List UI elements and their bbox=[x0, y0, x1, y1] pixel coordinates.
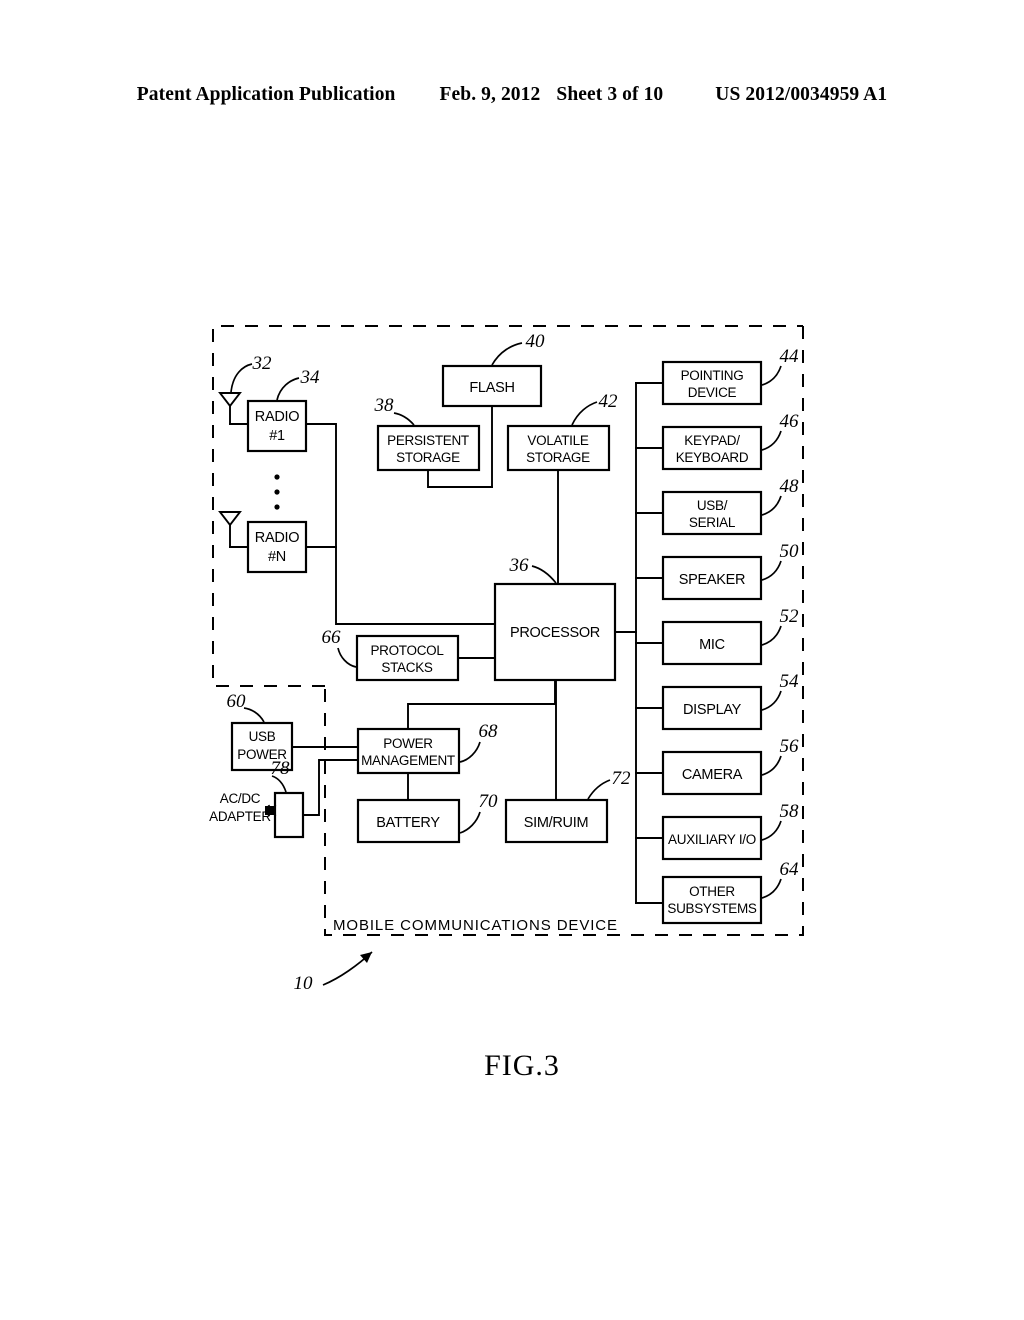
block-pointing-device-label-line2: DEVICE bbox=[688, 385, 737, 400]
block-usb-power-label-line1: USB bbox=[249, 729, 276, 744]
peripheral-row-0: POINTING DEVICE 44 bbox=[635, 346, 800, 406]
peripheral-row-8: OTHER SUBSYSTEMS 64 bbox=[635, 859, 800, 925]
block-power-management-label-line1: POWER bbox=[383, 736, 433, 751]
block-other-subsystems-label-line1: OTHER bbox=[689, 884, 735, 899]
block-power-management-label-line2: MANAGEMENT bbox=[361, 753, 455, 768]
ref-lead-72 bbox=[587, 779, 611, 800]
ref-lead-32 bbox=[230, 363, 253, 393]
peripheral-row-6: CAMERA 56 bbox=[635, 736, 800, 796]
ref-num-48: 48 bbox=[780, 476, 800, 497]
ref-num-36: 36 bbox=[509, 555, 530, 576]
block-keypad-keyboard-label-line1: KEYPAD/ bbox=[684, 433, 740, 448]
peripheral-row-7: AUXILIARY I/O 58 bbox=[635, 801, 800, 861]
peripheral-row-1: KEYPAD/ KEYBOARD 46 bbox=[635, 411, 800, 471]
block-volatile-storage-label-line2: STORAGE bbox=[526, 450, 590, 465]
ref-lead-66 bbox=[337, 647, 357, 668]
ref-num-66: 66 bbox=[322, 627, 342, 648]
block-auxiliary-io-label: AUXILIARY I/O bbox=[668, 832, 756, 847]
block-flash-label: FLASH bbox=[469, 380, 514, 396]
block-other-subsystems-label-line2: SUBSYSTEMS bbox=[667, 901, 757, 916]
block-persistent-storage-label-line1: PERSISTENT bbox=[387, 433, 469, 448]
block-radio-n-label-line2: #N bbox=[268, 549, 286, 565]
block-radio-1-label-line2: #1 bbox=[269, 428, 285, 444]
ref-lead-44 bbox=[761, 365, 782, 386]
ref-lead-54 bbox=[761, 690, 782, 711]
wire-persistent-to-bus bbox=[427, 469, 493, 488]
block-usb-serial-label-line1: USB/ bbox=[697, 498, 728, 513]
ref-lead-52 bbox=[761, 625, 782, 646]
ref-num-34: 34 bbox=[300, 367, 321, 388]
ref-num-38: 38 bbox=[374, 395, 395, 416]
block-mic-label: MIC bbox=[699, 637, 725, 653]
ref-lead-58 bbox=[761, 820, 782, 841]
block-persistent-storage-label-line2: STORAGE bbox=[396, 450, 460, 465]
enclosure-label: MOBILE COMMUNICATIONS DEVICE bbox=[333, 917, 618, 934]
block-protocol-stacks-label-line2: STACKS bbox=[381, 660, 433, 675]
ref-10-pointer bbox=[322, 951, 373, 986]
ref-lead-48 bbox=[761, 495, 782, 516]
wire-adapter-to-pm bbox=[302, 759, 359, 816]
peripheral-row-5: DISPLAY 54 bbox=[635, 671, 800, 731]
ref-lead-60 bbox=[243, 707, 265, 723]
ref-num-52: 52 bbox=[780, 606, 800, 627]
ref-num-44: 44 bbox=[780, 346, 800, 367]
ref-num-10: 10 bbox=[294, 973, 314, 994]
ref-num-64: 64 bbox=[780, 859, 800, 880]
block-keypad-keyboard-label-line2: KEYBOARD bbox=[676, 450, 749, 465]
antenna-n-icon bbox=[218, 511, 242, 548]
block-camera-label: CAMERA bbox=[682, 767, 743, 783]
block-radio-1-label-line1: RADIO bbox=[255, 409, 299, 425]
ref-num-70: 70 bbox=[479, 791, 499, 812]
block-acdc-adapter-body bbox=[273, 791, 305, 839]
peripheral-row-4: MIC 52 bbox=[635, 606, 800, 666]
ref-num-50: 50 bbox=[780, 541, 800, 562]
ref-lead-56 bbox=[761, 755, 782, 776]
ref-num-46: 46 bbox=[780, 411, 800, 432]
ref-lead-70 bbox=[459, 811, 481, 834]
block-display-label: DISPLAY bbox=[683, 702, 742, 718]
peripheral-row-2: USB/ SERIAL 48 bbox=[635, 476, 800, 536]
ref-num-32: 32 bbox=[252, 353, 273, 374]
block-sim-ruim-label: SIM/RUIM bbox=[524, 815, 588, 831]
ref-lead-34 bbox=[276, 377, 300, 401]
ref-lead-64 bbox=[761, 878, 782, 899]
block-protocol-stacks-label-line1: PROTOCOL bbox=[370, 643, 444, 658]
block-speaker-label: SPEAKER bbox=[679, 572, 745, 588]
block-acdc-adapter-label-line1: AC/DC bbox=[220, 791, 261, 806]
power-plug-icon bbox=[265, 804, 277, 817]
ref-num-58: 58 bbox=[780, 801, 800, 822]
block-usb-serial-label-line2: SERIAL bbox=[689, 515, 736, 530]
antenna-1-icon bbox=[218, 392, 242, 425]
ref-num-40: 40 bbox=[526, 331, 546, 352]
block-volatile-storage-label-line1: VOLATILE bbox=[527, 433, 588, 448]
block-battery-label: BATTERY bbox=[376, 815, 440, 831]
ref-num-42: 42 bbox=[599, 391, 619, 412]
ref-num-68: 68 bbox=[479, 721, 499, 742]
figure-3: 32 RADIO #1 34 RADIO #N FLASH 40 PERSIST… bbox=[0, 0, 1024, 1320]
ref-lead-40 bbox=[491, 342, 523, 366]
ref-lead-50 bbox=[761, 560, 782, 581]
ref-lead-38 bbox=[393, 412, 415, 426]
block-acdc-adapter-label-line2: ADAPTER bbox=[209, 809, 271, 824]
ref-num-60: 60 bbox=[227, 691, 247, 712]
ref-lead-46 bbox=[761, 430, 782, 451]
ref-num-56: 56 bbox=[780, 736, 800, 757]
ref-lead-42 bbox=[571, 401, 598, 426]
peripheral-row-3: SPEAKER 50 bbox=[635, 541, 800, 601]
ref-num-72: 72 bbox=[612, 768, 632, 789]
figure-caption: FIG.3 bbox=[484, 1049, 560, 1082]
ref-lead-36 bbox=[531, 565, 557, 584]
radio-ellipsis bbox=[274, 474, 280, 510]
block-pointing-device-label-line1: POINTING bbox=[681, 368, 744, 383]
ref-num-78: 78 bbox=[271, 758, 291, 779]
ref-lead-68 bbox=[459, 741, 481, 763]
block-radio-n-label-line1: RADIO bbox=[255, 530, 299, 546]
ref-num-54: 54 bbox=[780, 671, 800, 692]
block-processor-label: PROCESSOR bbox=[510, 625, 600, 641]
